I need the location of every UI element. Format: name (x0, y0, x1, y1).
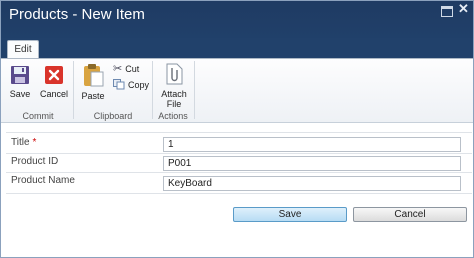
ribbon-attach-file-button[interactable]: Attach File (157, 62, 191, 109)
ribbon-save-button[interactable]: Save (8, 64, 32, 99)
product-id-label: Product ID (11, 156, 59, 167)
ribbon-separator (73, 61, 74, 119)
clipboard-group-label: Clipboard (93, 111, 133, 121)
maximize-icon[interactable] (441, 6, 453, 17)
product-name-input[interactable] (163, 176, 461, 191)
title-label-text: Title (11, 137, 30, 148)
ribbon-paste-label: Paste (81, 91, 105, 101)
title-input[interactable] (163, 137, 461, 152)
actions-group-label: Actions (158, 111, 188, 121)
product-name-label: Product Name (11, 175, 75, 186)
title-bar: Products - New Item ✕ (1, 1, 473, 38)
ribbon-cut-label: Cut (125, 63, 140, 74)
cancel-x-icon (45, 66, 63, 84)
product-id-input[interactable] (163, 156, 461, 171)
ribbon-cancel-button[interactable]: Cancel (39, 64, 69, 99)
form-divider (6, 132, 472, 133)
attach-file-icon (166, 63, 183, 85)
form-divider (6, 153, 472, 154)
scissors-icon: ✂ (113, 63, 123, 75)
ribbon-copy-button[interactable]: Copy (113, 79, 149, 90)
new-item-dialog: Products - New Item ✕ Edit Save Cancel C… (0, 0, 474, 258)
cancel-button[interactable]: Cancel (353, 207, 467, 222)
ribbon-cut-button[interactable]: ✂ Cut (113, 62, 139, 75)
form-divider (6, 172, 472, 173)
commit-group-label: Commit (22, 111, 54, 121)
ribbon-paste-button[interactable]: Paste (79, 62, 107, 101)
ribbon-attach-label-2: File (166, 99, 182, 109)
tab-edit[interactable]: Edit (7, 40, 39, 59)
copy-icon (113, 79, 125, 90)
ribbon-copy-label: Copy (128, 79, 150, 90)
title-field-label: Title * (11, 137, 36, 148)
ribbon-separator (194, 61, 195, 119)
ribbon (1, 58, 473, 123)
ribbon-save-label: Save (9, 89, 31, 99)
form-divider (6, 193, 472, 194)
save-button[interactable]: Save (233, 207, 347, 222)
ribbon-cancel-label: Cancel (39, 89, 68, 99)
paste-clipboard-icon (84, 64, 104, 87)
close-icon[interactable]: ✕ (458, 2, 469, 16)
floppy-disk-icon (11, 66, 29, 84)
ribbon-attach-label-1: Attach (161, 89, 187, 99)
required-marker: * (32, 137, 37, 148)
dialog-title: Products - New Item (9, 6, 145, 23)
ribbon-tab-strip (1, 38, 473, 58)
